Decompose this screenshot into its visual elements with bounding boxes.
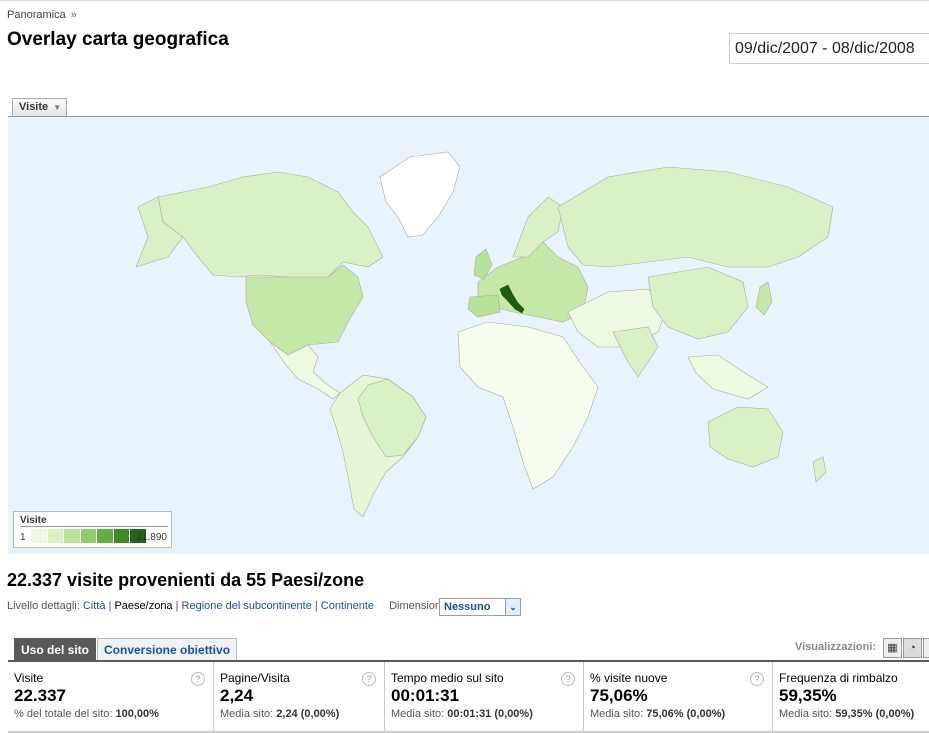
map-legend: Visite 1 21.890 (13, 511, 172, 548)
legend-swatch (47, 529, 65, 543)
metric-avg-time[interactable]: Tempo medio sul sito 00:01:31 Media sito… (385, 662, 584, 733)
metric-new-visits[interactable]: % visite nuove 75,06% Media sito: 75,06%… (584, 662, 773, 733)
metric-value: 2,24 (220, 686, 254, 705)
chevron-down-icon: ▼ (53, 103, 62, 112)
map-metric-label: Visite (19, 101, 49, 113)
top-border (0, 0, 929, 1)
chevron-down-icon: ⌄ (505, 599, 520, 615)
visits-summary: 22.337 visite provenienti da 55 Paesi/zo… (7, 570, 365, 590)
metric-sub: Media sito: 00:01:31 (0,00%) (391, 708, 533, 720)
legend-min: 1 (20, 532, 26, 543)
detail-link-city[interactable]: Città (83, 600, 106, 612)
legend-title: Visite (20, 515, 47, 526)
metric-label: Frequenza di rimbalzo (779, 671, 898, 685)
metric-label: Pagine/Visita (220, 671, 290, 685)
metric-sub: % del totale del sito: 100,00% (14, 708, 159, 720)
detail-level-label: Livello dettagli: (7, 600, 80, 612)
legend-swatch (80, 529, 98, 543)
metric-value: 00:01:31 (391, 686, 460, 705)
table-view-icon[interactable]: ▦ (883, 638, 902, 658)
map-metric-dropdown[interactable]: Visite ▼ (12, 98, 68, 116)
metric-label: % visite nuove (590, 671, 668, 685)
legend-color-scale (31, 529, 148, 543)
metric-label: Visite (14, 671, 44, 685)
pie-view-icon[interactable]: ◔ (903, 638, 922, 658)
page-title: Overlay carta geografica (7, 29, 229, 50)
world-map[interactable]: Visite 1 21.890 (8, 116, 929, 554)
detail-current-country: Paese/zona (114, 600, 173, 612)
tab-site-usage[interactable]: Uso del sito (14, 638, 97, 662)
views-label: Visualizzazioni: (795, 641, 877, 653)
list-view-icon[interactable]: ⋮ (923, 638, 929, 658)
help-icon[interactable]: ? (750, 672, 764, 686)
legend-divider (20, 526, 168, 527)
metrics-bar: Visite 22.337 % del totale del sito: 100… (8, 662, 929, 733)
help-icon[interactable]: ? (191, 672, 205, 686)
help-icon[interactable]: ? (561, 672, 575, 686)
metric-visits[interactable]: Visite 22.337 % del totale del sito: 100… (8, 662, 214, 733)
legend-swatch (113, 529, 131, 543)
metric-value: 75,06% (590, 686, 648, 705)
metric-pages-per-visit[interactable]: Pagine/Visita 2,24 Media sito: 2,24 (0,0… (214, 662, 385, 733)
dimension-select[interactable]: Nessuno ⌄ (439, 598, 521, 616)
date-range-picker[interactable]: 09/dic/2007 - 08/dic/2008 (729, 33, 929, 64)
metric-sub: Media sito: 59,35% (0,00%) (779, 708, 915, 720)
breadcrumb-link-panoramica[interactable]: Panoramica (7, 9, 66, 21)
detail-level-row: Livello dettagli: Città | Paese/zona | R… (7, 600, 451, 612)
metric-bounce-rate[interactable]: Frequenza di rimbalzo 59,35% Media sito:… (773, 662, 929, 733)
metric-sub: Media sito: 2,24 (0,00%) (220, 708, 340, 720)
dimension-value: Nessuno (444, 601, 491, 613)
metric-sub: Media sito: 75,06% (0,00%) (590, 708, 726, 720)
legend-swatch (64, 529, 81, 543)
legend-max: 21.890 (136, 532, 167, 543)
world-map-svg (8, 117, 929, 554)
breadcrumb: Panoramica » (7, 9, 77, 21)
legend-swatch (31, 529, 48, 543)
metric-value: 22.337 (14, 686, 66, 705)
metric-value: 59,35% (779, 686, 837, 705)
detail-link-subcontinent[interactable]: Regione del subcontinente (182, 600, 312, 612)
detail-link-continent[interactable]: Continente (321, 600, 374, 612)
help-icon[interactable]: ? (362, 672, 376, 686)
tab-goal-conversion[interactable]: Conversione obiettivo (97, 638, 238, 661)
metric-label: Tempo medio sul sito (391, 671, 504, 685)
breadcrumb-separator: » (70, 9, 77, 21)
legend-swatch (97, 529, 114, 543)
